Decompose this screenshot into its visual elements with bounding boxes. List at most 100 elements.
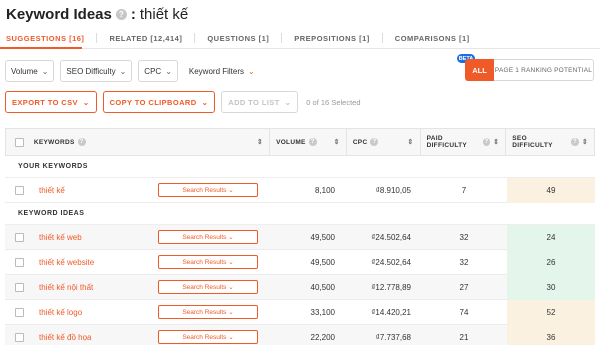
toggle-page1-ranking-button[interactable]: PAGE 1 RANKING POTENTIAL — [494, 59, 594, 81]
search-results-button[interactable]: Search Results ⌄ — [158, 255, 258, 269]
cpc-filter-label: CPC — [144, 66, 162, 76]
volume-filter-label: Volume — [11, 66, 38, 76]
tab-active-indicator — [0, 47, 82, 49]
cpc-cell: ₫7.737,68 — [375, 332, 411, 342]
search-results-button[interactable]: Search Results ⌄ — [158, 280, 258, 294]
help-icon[interactable]: ? — [370, 138, 379, 146]
volume-filter[interactable]: Volume ⌄ — [5, 60, 55, 82]
chevron-down-icon: ⌄ — [41, 66, 49, 76]
tab-bar: SUGGESTIONS [16] RELATED [12,414] QUESTI… — [0, 30, 600, 46]
copy-clipboard-label: COPY TO CLIPBOARD — [109, 97, 197, 107]
row-checkbox[interactable] — [14, 257, 24, 267]
volume-cell: 33,100 — [310, 307, 335, 317]
tab-related[interactable]: RELATED [12,414] — [103, 34, 188, 43]
row-checkbox[interactable] — [14, 282, 24, 292]
keyword-link[interactable]: thiết kế nội thất — [33, 283, 93, 292]
toggle-all-button[interactable]: ALL — [465, 59, 494, 81]
search-results-button[interactable]: Search Results ⌄ — [158, 330, 258, 344]
row-checkbox[interactable] — [14, 185, 24, 195]
sort-icon[interactable]: ⇕ — [334, 138, 346, 146]
tab-suggestions[interactable]: SUGGESTIONS [16] — [0, 34, 90, 43]
paid-difficulty-cell: 7 — [461, 185, 467, 195]
help-icon[interactable]: ? — [482, 138, 491, 146]
seo-difficulty-cell: 26 — [507, 249, 595, 275]
keyword-table: KEYWORDS ? ⇕ VOLUME ? ⇕ CPC ? ⇕ PAID DIF… — [5, 128, 595, 345]
seed-keyword: thiết kế — [139, 5, 189, 23]
sort-icon[interactable]: ⇕ — [493, 138, 505, 146]
section-your-keywords: YOUR KEYWORDS — [5, 156, 595, 178]
selected-count: 0 of 16 Selected — [306, 97, 361, 107]
row-checkbox[interactable] — [14, 332, 24, 342]
row-checkbox[interactable] — [14, 232, 24, 242]
tab-questions[interactable]: QUESTIONS [1] — [201, 34, 275, 43]
sort-icon[interactable]: ⇕ — [257, 138, 269, 146]
filter-bar: Volume ⌄ SEO Difficulty ⌄ CPC ⌄ Keyword … — [5, 60, 260, 82]
cpc-filter[interactable]: CPC ⌄ — [138, 60, 178, 82]
tab-underline — [0, 48, 600, 49]
table-row: thiết kế logo Search Results ⌄ 33,100 ₫1… — [5, 299, 595, 325]
table-row: thiết kế web Search Results ⌄ 49,500 ₫24… — [5, 224, 595, 250]
section-keyword-ideas: KEYWORD IDEAS — [5, 203, 595, 225]
paid-difficulty-cell: 32 — [459, 232, 469, 242]
row-checkbox-cell — [5, 225, 33, 250]
chevron-down-icon: ⌄ — [284, 97, 292, 107]
column-volume[interactable]: VOLUME ? ⇕ — [270, 128, 347, 156]
chevron-down-icon: ⌄ — [82, 97, 90, 107]
keyword-link[interactable]: thiết kế — [33, 186, 65, 195]
cpc-cell: ₫12.778,89 — [371, 282, 411, 292]
table-row: thiết kế website Search Results ⌄ 49,500… — [5, 249, 595, 275]
export-csv-button[interactable]: EXPORT TO CSV ⌄ — [5, 91, 97, 113]
keyword-filters-label: Keyword Filters — [188, 66, 245, 76]
action-bar: EXPORT TO CSV ⌄ COPY TO CLIPBOARD ⌄ ADD … — [5, 91, 361, 113]
row-checkbox-cell — [5, 250, 33, 275]
column-keywords-label: KEYWORDS — [33, 138, 75, 146]
row-checkbox[interactable] — [14, 307, 24, 317]
search-results-button[interactable]: Search Results ⌄ — [158, 230, 258, 244]
help-icon[interactable]: ? — [115, 8, 127, 20]
column-paid-difficulty[interactable]: PAID DIFFICULTY ? ⇕ — [421, 128, 507, 156]
tab-divider — [194, 33, 196, 43]
keyword-filters-button[interactable]: Keyword Filters ⌄ — [183, 60, 260, 82]
keyword-link[interactable]: thiết kế website — [33, 258, 94, 267]
tab-prepositions[interactable]: PREPOSITIONS [1] — [288, 34, 376, 43]
search-results-button[interactable]: Search Results ⌄ — [158, 183, 258, 197]
seo-difficulty-cell: 24 — [507, 224, 595, 250]
cpc-cell: ₫14.420,21 — [371, 307, 411, 317]
tab-divider — [381, 33, 383, 43]
volume-cell: 40,500 — [310, 282, 335, 292]
table-header: KEYWORDS ? ⇕ VOLUME ? ⇕ CPC ? ⇕ PAID DIF… — [5, 128, 595, 156]
tab-comparisons[interactable]: COMPARISONS [1] — [389, 34, 476, 43]
page-title: Keyword Ideas — [6, 5, 112, 23]
row-checkbox-cell — [5, 300, 33, 325]
column-seo-difficulty[interactable]: SEO DIFFICULTY ? ⇕ — [506, 128, 594, 156]
select-all-checkbox[interactable] — [15, 137, 25, 147]
sort-icon[interactable]: ⇕ — [407, 138, 419, 146]
column-paid-difficulty-label: PAID DIFFICULTY — [426, 135, 468, 149]
tab-divider — [96, 33, 98, 43]
volume-cell: 8,100 — [314, 185, 335, 195]
chevron-down-icon: ⌄ — [201, 97, 209, 107]
keyword-cell: thiết kế web Search Results ⌄ — [33, 225, 270, 250]
help-icon[interactable]: ? — [308, 138, 317, 146]
cpc-cell: ₫24.502,64 — [371, 257, 411, 267]
help-icon[interactable]: ? — [77, 138, 86, 146]
seo-difficulty-cell: 49 — [507, 177, 595, 203]
column-cpc[interactable]: CPC ? ⇕ — [347, 128, 421, 156]
keyword-cell: thiết kế logo Search Results ⌄ — [33, 300, 270, 325]
copy-clipboard-button[interactable]: COPY TO CLIPBOARD ⌄ — [102, 91, 216, 113]
help-icon[interactable]: ? — [571, 138, 579, 146]
search-results-button[interactable]: Search Results ⌄ — [158, 305, 258, 319]
sort-icon[interactable]: ⇕ — [582, 138, 594, 146]
keyword-link[interactable]: thiết kế web — [33, 233, 82, 242]
cpc-cell: ₫24.502,64 — [371, 232, 411, 242]
table-row: thiết kế Search Results ⌄ 8,100 ₫8.910,0… — [5, 177, 595, 203]
keyword-link[interactable]: thiết kế logo — [33, 308, 82, 317]
export-csv-label: EXPORT TO CSV — [12, 97, 78, 107]
keyword-link[interactable]: thiết kế đồ họa — [33, 333, 91, 342]
add-to-list-button[interactable]: ADD TO LIST ⌄ — [221, 91, 299, 113]
column-keywords[interactable]: KEYWORDS ? ⇕ — [33, 128, 271, 156]
header-checkbox-cell — [6, 128, 34, 156]
seo-difficulty-filter-label: SEO Difficulty — [66, 66, 116, 76]
seo-difficulty-filter[interactable]: SEO Difficulty ⌄ — [60, 60, 133, 82]
seo-difficulty-cell: 36 — [507, 324, 595, 345]
